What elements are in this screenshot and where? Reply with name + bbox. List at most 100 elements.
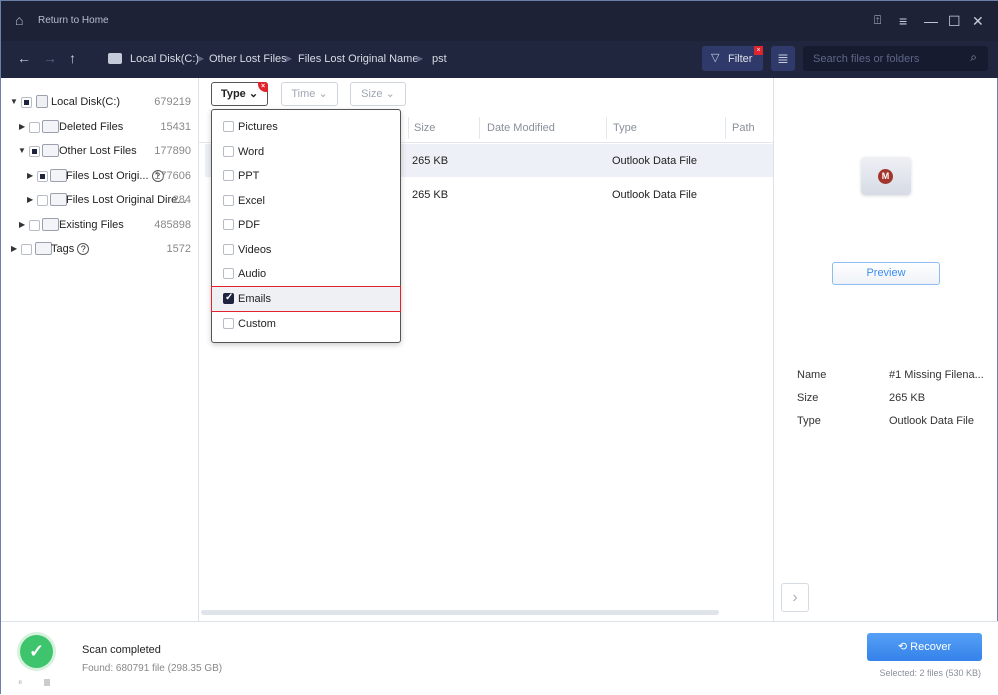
- checkbox[interactable]: [223, 146, 234, 157]
- checkbox[interactable]: [223, 170, 234, 181]
- checkbox[interactable]: [29, 220, 40, 231]
- type-filter-dropdown[interactable]: Type ⌄ ×: [211, 82, 268, 106]
- column-size[interactable]: Size: [414, 122, 435, 134]
- checkbox[interactable]: [21, 244, 32, 255]
- filter-button[interactable]: ▽ Filter ×: [702, 46, 763, 71]
- collapse-icon[interactable]: ▼: [18, 146, 26, 155]
- column-divider: [408, 117, 409, 139]
- folder-icon: [42, 218, 59, 231]
- type-option-videos[interactable]: Videos: [212, 238, 400, 262]
- column-type[interactable]: Type: [613, 122, 637, 134]
- tree-count: 284: [172, 194, 191, 206]
- tree-label: Tags: [51, 243, 75, 255]
- type-option-excel[interactable]: Excel: [212, 189, 400, 213]
- funnel-icon: ▽: [711, 52, 720, 64]
- cell-type: Outlook Data File: [612, 155, 697, 167]
- type-option-emails[interactable]: Emails: [211, 286, 401, 312]
- collapse-icon[interactable]: ▼: [10, 97, 18, 106]
- breadcrumb-item[interactable]: Files Lost Original Name: [298, 53, 418, 65]
- expand-icon[interactable]: ▶: [27, 195, 33, 204]
- horizontal-scrollbar[interactable]: [201, 610, 719, 615]
- preview-button[interactable]: Preview: [832, 262, 940, 285]
- close-icon[interactable]: ✕: [972, 13, 984, 30]
- type-option-ppt[interactable]: PPT: [212, 164, 400, 188]
- forward-icon[interactable]: →: [43, 50, 57, 66]
- breadcrumb-item[interactable]: pst: [432, 53, 447, 65]
- return-to-home-link[interactable]: Return to Home: [38, 15, 109, 26]
- tree-label: Other Lost Files: [59, 145, 137, 157]
- checkbox[interactable]: [223, 244, 234, 255]
- filter-label: Filter: [728, 53, 753, 65]
- chevron-down-icon: ⌄: [385, 88, 395, 100]
- expand-icon[interactable]: ▶: [19, 220, 25, 229]
- breadcrumb-item[interactable]: Other Lost Files: [209, 53, 287, 65]
- back-icon[interactable]: ←: [17, 50, 31, 66]
- clear-filter-icon[interactable]: ×: [258, 82, 268, 92]
- chevron-down-icon: ⌄: [318, 88, 328, 100]
- time-filter-dropdown[interactable]: Time ⌄: [281, 82, 338, 106]
- column-divider: [479, 117, 480, 139]
- status-bar: ✓ Scan completed Found: 680791 file (298…: [1, 621, 998, 695]
- feedback-icon[interactable]: ⍐: [874, 13, 881, 28]
- tree-item-other-lost-files[interactable]: ▼ Other Lost Files 177890: [1, 142, 197, 162]
- checkbox-checked[interactable]: [223, 292, 234, 304]
- next-preview-button[interactable]: ›: [781, 583, 809, 612]
- clear-filter-icon[interactable]: ×: [754, 46, 763, 55]
- search-icon[interactable]: ⌕: [970, 50, 977, 65]
- breadcrumb-item[interactable]: Local Disk(C:): [130, 53, 199, 65]
- chevron-down-icon: ⌄: [248, 88, 259, 100]
- checkbox[interactable]: [37, 195, 48, 206]
- tree-item-deleted-files[interactable]: ▶ Deleted Files 15431: [1, 118, 197, 138]
- checkbox[interactable]: [37, 171, 48, 182]
- type-option-pdf[interactable]: PDF: [212, 213, 400, 237]
- checkbox[interactable]: [223, 318, 234, 329]
- checkbox[interactable]: [223, 195, 234, 206]
- column-path[interactable]: Path: [732, 122, 755, 134]
- expand-icon[interactable]: ▶: [19, 122, 25, 131]
- tree-item-files-lost-original-directory[interactable]: ▶ Files Lost Original Dire... 284: [1, 191, 197, 211]
- expand-icon[interactable]: ▶: [27, 171, 33, 180]
- expand-icon[interactable]: ▶: [11, 244, 17, 253]
- option-label: Pictures: [238, 121, 278, 133]
- recover-button[interactable]: ⟲ Recover: [867, 633, 982, 661]
- option-label: Custom: [238, 318, 276, 330]
- pause-icon[interactable]: ⏸: [18, 677, 23, 688]
- breadcrumb-separator: ▶: [198, 54, 205, 63]
- search-input[interactable]: Search files or folders ⌕: [803, 46, 988, 71]
- tree-count: 1572: [166, 243, 191, 255]
- type-option-audio[interactable]: Audio: [212, 262, 400, 286]
- size-filter-dropdown[interactable]: Size ⌄: [350, 82, 406, 106]
- help-icon[interactable]: ?: [77, 243, 90, 255]
- checkbox[interactable]: [21, 97, 32, 108]
- type-option-custom[interactable]: Custom: [212, 312, 400, 336]
- tree-label: Files Lost Origi...: [66, 170, 149, 182]
- type-option-pictures[interactable]: Pictures: [212, 115, 400, 139]
- tree-item-existing-files[interactable]: ▶ Existing Files 485898: [1, 216, 197, 236]
- stop-icon[interactable]: [44, 679, 50, 686]
- breadcrumb-separator: ▶: [286, 54, 293, 63]
- up-icon[interactable]: ↑: [69, 50, 76, 66]
- minimize-icon[interactable]: —: [924, 13, 938, 29]
- time-filter-label: Time: [291, 88, 316, 100]
- menu-icon[interactable]: ≡: [899, 13, 907, 29]
- checkbox[interactable]: [223, 268, 234, 279]
- home-icon[interactable]: ⌂: [15, 12, 23, 28]
- checkbox[interactable]: [29, 146, 40, 157]
- type-option-word[interactable]: Word: [212, 140, 400, 164]
- checkbox[interactable]: [29, 122, 40, 133]
- tree-item-files-lost-original-name[interactable]: ▶ Files Lost Origi...? 177606: [1, 167, 197, 187]
- option-label: Videos: [238, 244, 272, 256]
- tree-count: 15431: [160, 121, 191, 133]
- tree-label: Deleted Files: [59, 121, 124, 133]
- tree-count: 679219: [154, 96, 191, 108]
- column-divider: [725, 117, 726, 139]
- checkbox[interactable]: [223, 121, 234, 132]
- tree-item-local-disk[interactable]: ▼ Local Disk(C:) 679219: [1, 93, 197, 113]
- column-date-modified[interactable]: Date Modified: [487, 122, 555, 134]
- detail-label: Name: [797, 369, 827, 381]
- tree-label: Files Lost Original Dire...: [66, 194, 187, 206]
- checkbox[interactable]: [223, 219, 234, 230]
- list-view-button[interactable]: ≣: [771, 46, 795, 71]
- maximize-icon[interactable]: ☐: [948, 13, 961, 30]
- tree-item-tags[interactable]: ▶ Tags? 1572: [1, 240, 197, 260]
